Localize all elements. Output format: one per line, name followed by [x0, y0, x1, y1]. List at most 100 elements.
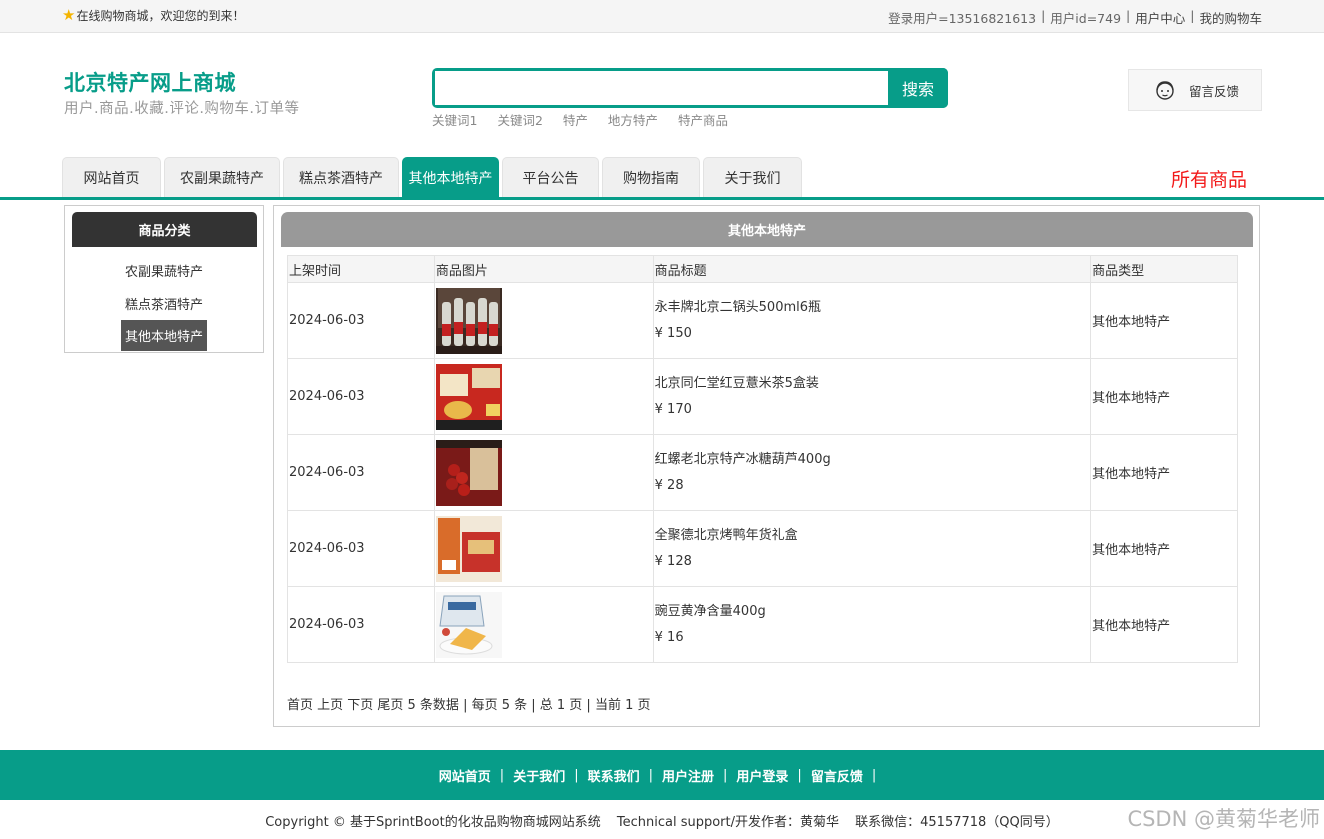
table-header-row: 上架时间 商品图片 商品标题 商品类型	[287, 255, 1238, 283]
separator: |	[723, 767, 728, 783]
product-image[interactable]	[435, 287, 502, 354]
product-title-cell: 北京同仁堂红豆薏米茶5盒装 ¥ 170	[652, 358, 1092, 435]
my-cart-link[interactable]: 我的购物车	[1199, 8, 1262, 27]
footer-link-register[interactable]: 用户注册	[662, 766, 714, 785]
user-center-link[interactable]: 用户中心	[1135, 8, 1185, 27]
all-goods-link[interactable]: 所有商品	[1171, 165, 1247, 192]
tab-home[interactable]: 网站首页	[62, 157, 161, 197]
copyright-line: Copyright © 基于SprintBoot的化妆品购物商城网站系统 Tec…	[0, 811, 1324, 830]
product-title[interactable]: 北京同仁堂红豆薏米茶5盒装	[655, 371, 1091, 397]
product-title[interactable]: 豌豆黄净含量400g	[655, 599, 1091, 625]
site-subtitle: 用户.商品.收藏.评论.购物车.订单等	[64, 101, 300, 117]
table-row: 2024-06-03 全聚德北京烤鸭年货礼盒 ¥ 128 其他本地特产	[287, 510, 1238, 587]
category-sidebar: 商品分类 农副果蔬特产 糕点茶酒特产 其他本地特产	[64, 205, 264, 353]
product-price: ¥ 28	[654, 477, 684, 493]
product-title[interactable]: 永丰牌北京二锅头500ml6瓶	[655, 295, 1091, 321]
product-type: 其他本地特产	[1090, 510, 1238, 587]
keyword-link[interactable]: 特产	[563, 110, 588, 129]
tab-other-local-specialties[interactable]: 其他本地特产	[402, 157, 499, 197]
product-type: 其他本地特产	[1090, 586, 1238, 663]
listing-date: 2024-06-03	[287, 282, 435, 359]
hot-keywords: 关键词1 关键词2 特产 地方特产 特产商品	[432, 110, 728, 129]
csdn-watermark: CSDN @黄菊华老师	[1127, 807, 1320, 831]
site-title[interactable]: 北京特产网上商城	[64, 67, 236, 97]
main-nav: 网站首页 农副果蔬特产 糕点茶酒特产 其他本地特产 平台公告 购物指南 关于我们	[62, 157, 802, 197]
separator: |	[1190, 8, 1195, 23]
product-type: 其他本地特产	[1090, 358, 1238, 435]
search-button[interactable]: 搜索	[888, 68, 948, 108]
footer-link-login[interactable]: 用户登录	[736, 766, 788, 785]
feedback-button[interactable]: 留言反馈	[1128, 69, 1262, 111]
feedback-label: 留言反馈	[1189, 83, 1240, 99]
sidebar-item-label: 糕点茶酒特产	[124, 298, 203, 313]
footer-link-feedback[interactable]: 留言反馈	[811, 766, 863, 785]
product-image[interactable]	[435, 439, 502, 506]
table-row: 2024-06-03 豌豆黄净含量400g ¥ 16 其他本地特产	[287, 586, 1238, 663]
product-title[interactable]: 全聚德北京烤鸭年货礼盒	[655, 523, 1091, 549]
product-image-cell	[433, 358, 654, 435]
keyword-link[interactable]: 关键词1	[432, 110, 477, 129]
star-icon: ★	[62, 6, 76, 24]
column-header: 商品标题	[652, 255, 1092, 283]
product-image[interactable]	[435, 591, 502, 658]
top-bar: ★ 在线购物商城，欢迎您的到来！ 登录用户=13516821613 | 用户id…	[0, 0, 1324, 33]
sidebar-item-pastry[interactable]: 糕点茶酒特产	[65, 288, 263, 319]
product-type: 其他本地特产	[1090, 434, 1238, 511]
product-image-cell	[433, 434, 654, 511]
tab-produce-specialties[interactable]: 农副果蔬特产	[164, 157, 280, 197]
separator: |	[499, 767, 505, 783]
keyword-link[interactable]: 关键词2	[497, 110, 542, 129]
footer-link-about[interactable]: 关于我们	[513, 766, 565, 785]
search-box: 搜索	[432, 68, 948, 108]
contact-info: 联系微信：45157718（QQ同号）	[855, 815, 1059, 830]
copyright-text: Copyright © 基于SprintBoot的化妆品购物商城网站系统	[265, 815, 601, 830]
product-title[interactable]: 红螺老北京特产冰糖葫芦400g	[655, 447, 1091, 473]
tab-shopping-guide[interactable]: 购物指南	[602, 157, 700, 197]
sidebar-item-other-local[interactable]: 其他本地特产	[65, 320, 263, 351]
listing-date: 2024-06-03	[287, 358, 435, 435]
separator: |	[797, 767, 802, 783]
keyword-link[interactable]: 特产商品	[678, 110, 728, 129]
nav-divider	[0, 197, 1324, 200]
separator: |	[648, 767, 653, 783]
keyword-link[interactable]: 地方特产	[608, 110, 658, 129]
product-price: ¥ 128	[654, 553, 692, 569]
listing-date: 2024-06-03	[287, 510, 435, 587]
product-image[interactable]	[435, 363, 502, 430]
welcome-text: 在线购物商城，欢迎您的到来！	[76, 9, 245, 23]
separator: |	[1041, 8, 1046, 23]
product-price: ¥ 16	[654, 629, 684, 645]
developer-credit: Technical support/开发作者：黄菊华	[616, 815, 839, 830]
separator: |	[871, 767, 877, 783]
sidebar-item-produce[interactable]: 农副果蔬特产	[65, 255, 263, 286]
table-row: 2024-06-03 红螺老北京特产冰糖葫芦400g ¥ 28 其他本地特产	[287, 434, 1238, 511]
pagination[interactable]: 首页 上页 下页 尾页 5 条数据 | 每页 5 条 | 总 1 页 | 当前 …	[287, 694, 650, 713]
product-image-cell	[433, 282, 654, 359]
listing-date: 2024-06-03	[287, 434, 435, 511]
product-image[interactable]	[435, 515, 502, 582]
user-id: 用户id=749	[1050, 11, 1122, 26]
panel-title: 其他本地特产	[281, 212, 1253, 247]
separator: |	[574, 767, 579, 783]
search-input[interactable]	[435, 71, 888, 105]
product-price: ¥ 150	[654, 325, 692, 341]
product-title-cell: 红螺老北京特产冰糖葫芦400g ¥ 28	[652, 434, 1092, 511]
table-row: 2024-06-03 永丰牌北京二锅头500ml6瓶 ¥ 150 其他本地特产	[287, 282, 1238, 359]
footer-link-contact[interactable]: 联系我们	[588, 766, 640, 785]
product-image-cell	[433, 586, 654, 663]
footer-link-home[interactable]: 网站首页	[439, 766, 491, 785]
tab-about-us[interactable]: 关于我们	[703, 157, 802, 197]
column-header: 商品类型	[1090, 255, 1238, 283]
product-title-cell: 全聚德北京烤鸭年货礼盒 ¥ 128	[652, 510, 1092, 587]
separator: |	[1126, 8, 1131, 23]
sidebar-item-label: 其他本地特产	[120, 320, 207, 351]
tab-pastry-tea-wine[interactable]: 糕点茶酒特产	[283, 157, 399, 197]
tab-announcements[interactable]: 平台公告	[502, 157, 599, 197]
product-type: 其他本地特产	[1090, 282, 1238, 359]
welcome-message: ★ 在线购物商城，欢迎您的到来！	[62, 7, 244, 24]
sidebar-title: 商品分类	[72, 212, 257, 247]
sidebar-item-label: 农副果蔬特产	[124, 265, 203, 280]
customer-service-icon	[1156, 81, 1174, 100]
product-price: ¥ 170	[654, 401, 692, 417]
product-table: 上架时间 商品图片 商品标题 商品类型 2024-06-03 永丰牌北京二锅头5…	[287, 255, 1238, 663]
